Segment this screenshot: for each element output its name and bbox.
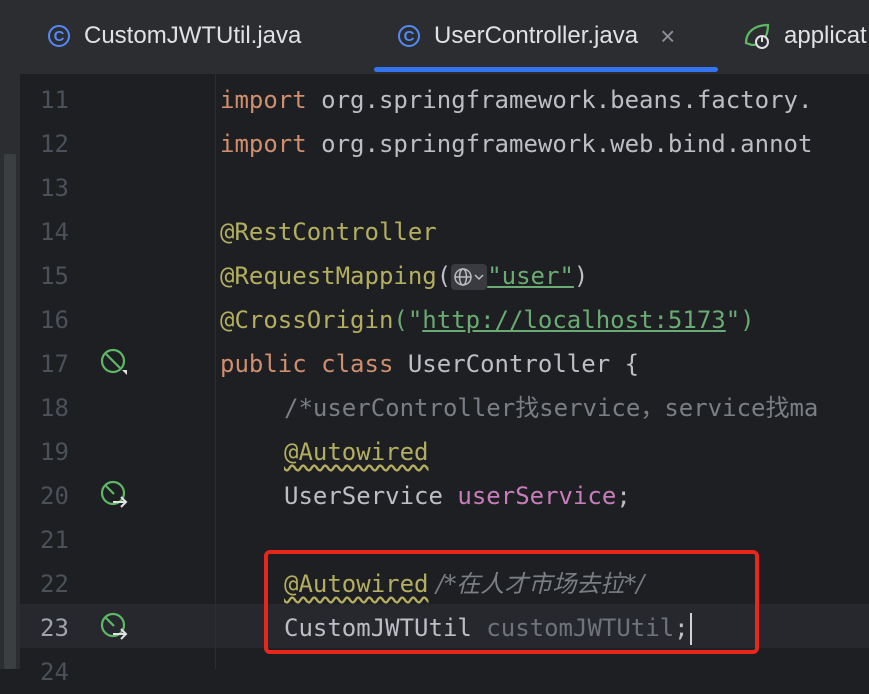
paren: ") (725, 306, 755, 334)
code-line-19: @Autowired (284, 430, 429, 474)
line-number: 13 (40, 174, 69, 202)
close-icon[interactable]: × (660, 21, 675, 52)
class-icon: C (48, 25, 70, 47)
line-number-current: 23 (40, 614, 69, 642)
editor-tab-bar: C CustomJWTUtil.java C UserController.ja… (0, 0, 869, 75)
tab-label: UserController.java (434, 22, 639, 49)
spring-bean-icon[interactable] (100, 348, 128, 376)
class-declaration: UserController { (393, 350, 640, 378)
chevron-down-icon (474, 274, 484, 281)
line-number: 15 (40, 262, 69, 290)
tab-usercontroller[interactable]: C UserController.java × (374, 0, 718, 72)
active-tab-indicator (374, 67, 718, 72)
annotation: @Autowired (284, 438, 429, 466)
keyword: import (220, 86, 307, 114)
annotation: @RequestMapping (220, 262, 437, 290)
paren: (" (393, 306, 423, 334)
line-number: 11 (40, 86, 69, 114)
url-link[interactable]: http://localhost:5173 (422, 306, 725, 334)
line-number: 12 (40, 130, 69, 158)
line-number: 24 (40, 658, 69, 686)
line-number: 14 (40, 218, 69, 246)
line-number: 16 (40, 306, 69, 334)
url-inlay-hint[interactable] (451, 264, 488, 290)
code-line-17: public class UserController { (220, 342, 639, 386)
spring-config-icon (744, 23, 770, 49)
code-line-20: UserService userService; (284, 474, 631, 518)
red-highlight-box (264, 550, 759, 654)
side-strip (0, 74, 20, 669)
autowired-navigate-icon[interactable] (100, 612, 128, 640)
field-name: userService (457, 482, 617, 510)
annotation: @RestController (220, 218, 437, 246)
paren: ) (573, 262, 589, 290)
tab-application[interactable]: applicat (742, 0, 867, 72)
code-line-12: import org.springframework.web.bind.anno… (220, 122, 812, 166)
string-literal: "user" (487, 262, 574, 290)
line-number: 20 (40, 482, 69, 510)
autowired-navigate-icon[interactable] (100, 480, 128, 508)
code-line-11: import org.springframework.beans.factory… (220, 78, 812, 122)
code-text: org.springframework.web.bind.annot (306, 130, 813, 158)
paren: ( (436, 262, 452, 290)
code-line-14: @RestController (220, 210, 437, 254)
class-icon: C (398, 25, 420, 47)
code-line-18: /*userController找service，service找ma (284, 386, 818, 430)
keyword: public (220, 350, 307, 378)
globe-icon (454, 268, 472, 286)
scrollbar-thumb[interactable] (4, 154, 16, 669)
keyword: import (220, 130, 307, 158)
annotation: @CrossOrigin (220, 306, 394, 334)
keyword: class (321, 350, 394, 378)
code-line-16: @CrossOrigin("http://localhost:5173") (220, 298, 755, 342)
line-number: 18 (40, 394, 69, 422)
code-text: org.springframework.beans.factory. (306, 86, 813, 114)
line-number: 22 (40, 570, 69, 598)
line-number: 21 (40, 526, 69, 554)
tab-label: CustomJWTUtil.java (84, 22, 302, 49)
comment: /*userController找service，service找ma (284, 394, 819, 422)
tab-label: applicat (784, 22, 867, 49)
code-line-15: @RequestMapping( "user") (220, 254, 588, 298)
type-name: UserService (284, 482, 458, 510)
line-number: 19 (40, 438, 69, 466)
tab-customjwtutil[interactable]: C CustomJWTUtil.java (48, 0, 301, 72)
line-number: 17 (40, 350, 69, 378)
semicolon: ; (616, 482, 631, 510)
line-number-gutter: 11 12 13 14 15 16 17 18 19 20 21 22 23 2… (20, 74, 216, 686)
